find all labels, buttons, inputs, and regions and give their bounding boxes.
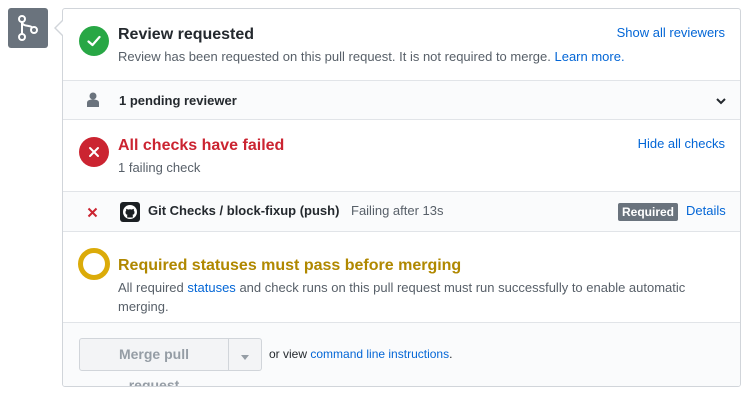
merge-section: Merge pull request or view command line … — [63, 323, 740, 386]
checks-section: All checks have failed 1 failing check H… — [63, 120, 740, 192]
review-section: Review requested Review has been request… — [63, 9, 740, 81]
checks-subtitle: 1 failing check — [118, 160, 201, 175]
github-icon — [120, 202, 140, 222]
required-badge: Required — [618, 203, 679, 221]
x-icon — [79, 137, 109, 167]
pending-reviewer-row[interactable]: 1 pending reviewer — [63, 81, 740, 120]
review-description: Review has been requested on this pull r… — [118, 49, 625, 64]
merge-options-dropdown[interactable] — [229, 338, 262, 371]
hide-all-checks-link[interactable]: Hide all checks — [638, 136, 725, 151]
merge-pull-request-button[interactable]: Merge pull request — [79, 338, 229, 386]
details-link[interactable]: Details — [686, 203, 726, 218]
check-description: Failing after 13s — [351, 203, 444, 218]
check-icon — [79, 26, 109, 56]
statuses-link[interactable]: statuses — [187, 280, 235, 295]
merge-button-group: Merge pull request — [79, 338, 262, 386]
review-title: Review requested — [118, 26, 255, 43]
pending-reviewer-label: 1 pending reviewer — [119, 93, 237, 108]
show-all-reviewers-link[interactable]: Show all reviewers — [617, 25, 725, 40]
git-merge-icon — [8, 8, 48, 48]
merge-status-panel: Review requested Review has been request… — [62, 8, 741, 387]
pending-circle-icon — [78, 248, 110, 280]
checks-title: All checks have failed — [118, 137, 285, 154]
required-statuses-title: Required statuses must pass before mergi… — [118, 257, 462, 274]
chevron-down-icon[interactable] — [716, 93, 726, 109]
required-statuses-description: All required statuses and check runs on … — [118, 280, 686, 314]
required-statuses-section: Required statuses must pass before mergi… — [63, 232, 740, 323]
merge-alternative: or view command line instructions. — [269, 347, 453, 361]
command-line-instructions-link[interactable]: command line instructions — [310, 347, 449, 361]
person-icon — [87, 92, 99, 110]
learn-more-link[interactable]: Learn more. — [554, 49, 624, 64]
check-row: Git Checks / block-fixup (push) Failing … — [63, 192, 740, 232]
triangle-down-icon — [241, 347, 249, 363]
check-name: Git Checks / block-fixup (push) — [148, 203, 340, 218]
x-icon — [87, 205, 98, 221]
